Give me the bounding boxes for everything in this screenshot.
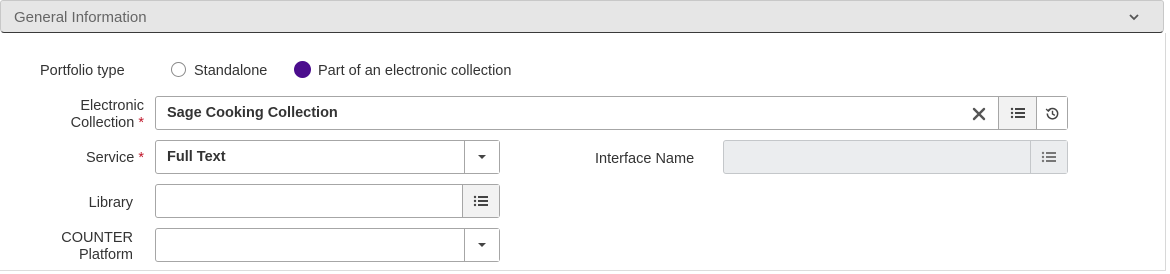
library-list-button[interactable] (462, 185, 499, 217)
library-label: Library (88, 195, 133, 211)
library-field[interactable] (155, 184, 500, 218)
electronic-collection-label: Electronic Collection * (40, 98, 144, 132)
electronic-collection-value[interactable]: Sage Cooking Collection (167, 105, 338, 121)
counter-platform-label-line2: Platform (79, 247, 133, 263)
counter-platform-label-line1: COUNTER (61, 230, 133, 246)
radio-standalone[interactable] (171, 62, 186, 77)
electronic-collection-history-button[interactable] (1036, 97, 1067, 129)
interface-name-label: Interface Name (595, 151, 695, 167)
close-icon[interactable] (971, 106, 987, 122)
required-mark: * (138, 150, 144, 166)
electronic-collection-list-button[interactable] (998, 97, 1036, 129)
section-header-general-information[interactable]: General Information (0, 0, 1164, 33)
radio-part-of-electronic-collection[interactable] (294, 61, 311, 78)
service-label: Service * (40, 150, 144, 167)
list-icon (1010, 106, 1026, 120)
radio-standalone-label[interactable]: Standalone (194, 63, 267, 79)
panel-right-border (1165, 33, 1166, 271)
electronic-collection-field[interactable]: Sage Cooking Collection (155, 96, 1068, 130)
required-mark: * (138, 115, 144, 131)
electronic-collection-label-line1: Electronic (80, 98, 144, 114)
service-dropdown-button[interactable] (464, 141, 499, 173)
radio-part-of-electronic-collection-label[interactable]: Part of an electronic collection (318, 63, 511, 79)
chevron-down-icon[interactable] (1127, 10, 1141, 24)
interface-name-list-button (1030, 141, 1067, 173)
counter-platform-select[interactable] (155, 228, 500, 262)
list-icon (1041, 150, 1057, 164)
service-select[interactable]: Full Text (155, 140, 500, 174)
panel-bottom-border (0, 270, 1166, 271)
interface-name-field (723, 140, 1068, 174)
history-icon (1045, 106, 1060, 121)
electronic-collection-label-line2: Collection (70, 115, 135, 131)
service-label-text: Service (85, 150, 135, 166)
caret-down-icon (477, 242, 487, 248)
service-value[interactable]: Full Text (167, 149, 226, 165)
counter-platform-label: COUNTER Platform (40, 230, 133, 264)
counter-platform-dropdown-button[interactable] (464, 229, 499, 261)
list-icon (473, 194, 489, 208)
section-title: General Information (14, 9, 147, 26)
portfolio-type-label: Portfolio type (40, 63, 125, 79)
caret-down-icon (477, 154, 487, 160)
